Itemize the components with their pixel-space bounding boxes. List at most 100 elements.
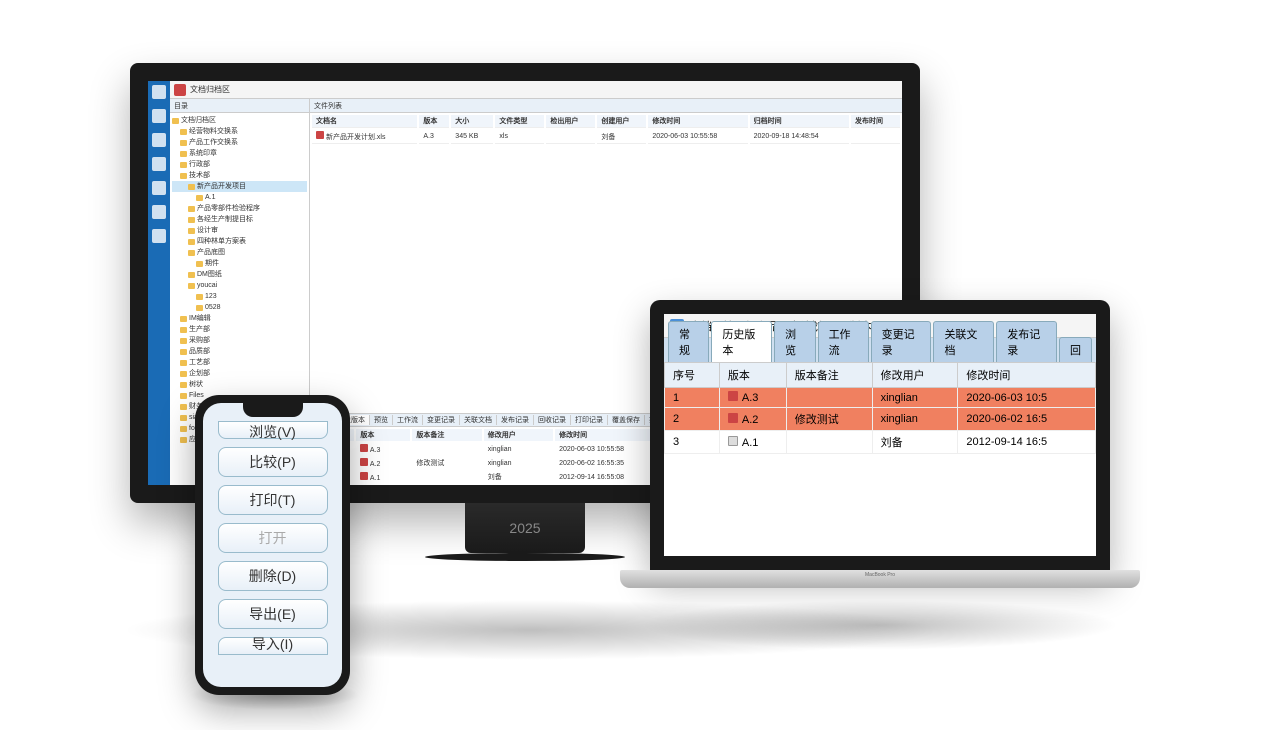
folder-icon (196, 195, 203, 201)
column-header[interactable]: 文档名 (312, 115, 417, 128)
tree-item[interactable]: 设计审 (172, 225, 307, 236)
tree-item[interactable]: 工艺部 (172, 357, 307, 368)
app-title: 文档归档区 (190, 84, 230, 95)
folder-icon (180, 173, 187, 179)
action-button[interactable]: 导入(I) (218, 637, 328, 655)
tree-item[interactable]: DM图纸 (172, 269, 307, 280)
tree-item[interactable]: 期件 (172, 258, 307, 269)
phone: 浏览(V) 比较(P) 打印(T) 打开删除(D) 导出(E) 导入(I) (195, 395, 350, 695)
action-button[interactable]: 打印(T) (218, 485, 328, 515)
table-row[interactable]: 2A.2修改测试xinglian2020-06-02 16:5 (665, 408, 1096, 431)
rail-icon[interactable] (152, 181, 166, 195)
folder-icon (188, 272, 195, 278)
detail-tab[interactable]: 变更记录 (423, 415, 460, 425)
property-tab[interactable]: 关联文档 (933, 321, 994, 362)
tree-item[interactable]: A.1 (172, 192, 307, 203)
tree-item[interactable]: 产品工作交换系 (172, 137, 307, 148)
detail-tab[interactable]: 工作流 (393, 415, 423, 425)
xls-icon (360, 444, 368, 452)
folder-icon (180, 415, 187, 421)
column-header[interactable]: 版本备注 (786, 363, 872, 388)
folder-icon (180, 140, 187, 146)
column-header[interactable]: 发布时间 (851, 115, 900, 128)
column-header[interactable]: 版本 (419, 115, 449, 128)
detail-tab[interactable]: 关联文档 (460, 415, 497, 425)
version-history-table[interactable]: 序号版本版本备注修改用户修改时间 1A.3xinglian2020-06-03 … (664, 362, 1096, 454)
folder-icon (196, 305, 203, 311)
rail-icon[interactable] (152, 109, 166, 123)
tree-item[interactable]: 产品零部件检验程序 (172, 203, 307, 214)
tree-item[interactable]: 产品底图 (172, 247, 307, 258)
phone-menu: 浏览(V) 比较(P) 打印(T) 打开删除(D) 导出(E) 导入(I) (203, 403, 342, 687)
property-tab[interactable]: 回 (1059, 337, 1092, 362)
property-tab[interactable]: 历史版本 (711, 321, 772, 362)
property-tab[interactable]: 发布记录 (996, 321, 1057, 362)
folder-icon (188, 184, 195, 190)
tree-item[interactable]: 品质部 (172, 346, 307, 357)
column-header[interactable]: 修改用户 (872, 363, 958, 388)
column-header[interactable]: 创建用户 (597, 115, 646, 128)
tree-item[interactable]: IM编辑 (172, 313, 307, 324)
doc-icon (728, 391, 738, 401)
rail-icon[interactable] (152, 229, 166, 243)
laptop: 文档属性：新产品开发计划.xls（版本：A.3） 常规历史版本浏览工作流变更记录… (620, 300, 1140, 620)
action-button[interactable]: 比较(P) (218, 447, 328, 477)
column-header[interactable]: 修改时间 (648, 115, 747, 128)
property-tab[interactable]: 浏览 (774, 321, 815, 362)
tree-item[interactable]: 采购部 (172, 335, 307, 346)
column-header[interactable]: 版本 (719, 363, 786, 388)
rail-icon[interactable] (152, 157, 166, 171)
app-rail-sidebar (148, 81, 170, 485)
tree-item[interactable]: 新产品开发项目 (172, 181, 307, 192)
xls-icon (360, 458, 368, 466)
tree-item[interactable]: 经营物料交换系 (172, 126, 307, 137)
tree-item[interactable]: 文档归档区 (172, 115, 307, 126)
folder-icon (188, 250, 195, 256)
table-row[interactable]: 新产品开发计划.xlsA.3345 KBxls刘备2020-06-03 10:5… (312, 130, 900, 144)
rail-icon[interactable] (152, 133, 166, 147)
file-list-header: 文件列表 (310, 99, 902, 113)
column-header[interactable]: 修改时间 (958, 363, 1096, 388)
detail-tab[interactable]: 预览 (370, 415, 393, 425)
action-button[interactable]: 删除(D) (218, 561, 328, 591)
column-header[interactable]: 归档时间 (750, 115, 849, 128)
rail-icon[interactable] (152, 205, 166, 219)
folder-icon (196, 294, 203, 300)
file-table[interactable]: 文档名版本大小文件类型检出用户创建用户修改时间归档时间发布时间 新产品开发计划.… (310, 113, 902, 146)
tree-item[interactable]: 技术部 (172, 170, 307, 181)
folder-icon (180, 327, 187, 333)
detail-tab[interactable]: 发布记录 (497, 415, 534, 425)
tree-header: 目录 (170, 99, 309, 113)
tree-item[interactable]: youcai (172, 280, 307, 291)
tree-item[interactable]: 企划部 (172, 368, 307, 379)
action-button[interactable]: 打开 (218, 523, 328, 553)
app-titlebar: 文档归档区 (170, 81, 902, 99)
table-row[interactable]: 1A.3xinglian2020-06-03 10:5 (665, 388, 1096, 408)
action-button[interactable]: 浏览(V) (218, 421, 328, 439)
folder-icon (180, 426, 187, 432)
tree-item[interactable]: 系统印章 (172, 148, 307, 159)
column-header[interactable]: 大小 (451, 115, 493, 128)
rail-icon[interactable] (152, 85, 166, 99)
action-button[interactable]: 导出(E) (218, 599, 328, 629)
xls-icon (360, 472, 368, 480)
folder-icon (180, 360, 187, 366)
tree-item[interactable]: 123 (172, 291, 307, 302)
folder-icon (188, 228, 195, 234)
detail-tab[interactable]: 回收记录 (534, 415, 571, 425)
tree-item[interactable]: 各经生产制提目标 (172, 214, 307, 225)
table-row[interactable]: 3A.1刘备2012-09-14 16:5 (665, 431, 1096, 454)
column-header[interactable]: 序号 (665, 363, 720, 388)
property-tabs[interactable]: 常规历史版本浏览工作流变更记录关联文档发布记录回 (664, 338, 1096, 362)
property-tab[interactable]: 工作流 (818, 321, 869, 362)
tree-item[interactable]: 四种林单方案表 (172, 236, 307, 247)
tree-item[interactable]: 生产部 (172, 324, 307, 335)
property-tab[interactable]: 变更记录 (871, 321, 932, 362)
column-header[interactable]: 检出用户 (546, 115, 595, 128)
detail-tab[interactable]: 打印记录 (571, 415, 608, 425)
column-header[interactable]: 文件类型 (495, 115, 544, 128)
tree-item[interactable]: 树状 (172, 379, 307, 390)
tree-item[interactable]: 0528 (172, 302, 307, 313)
tree-item[interactable]: 行政部 (172, 159, 307, 170)
property-tab[interactable]: 常规 (668, 321, 709, 362)
